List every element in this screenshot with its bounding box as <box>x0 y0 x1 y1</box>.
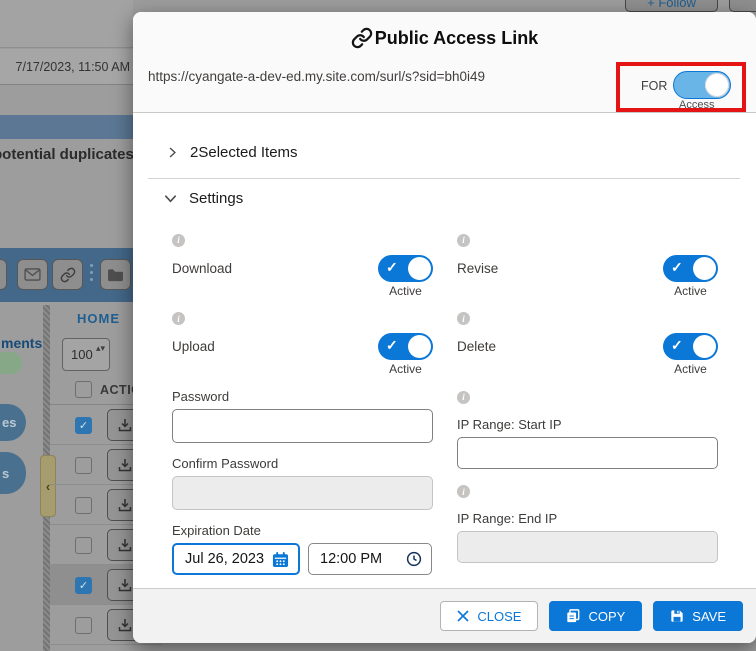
chevron-right-icon <box>166 146 179 159</box>
row-checkbox[interactable] <box>75 537 92 554</box>
timestamp-text: 7/17/2023, 11:50 AM <box>16 60 130 74</box>
info-icon[interactable]: i <box>172 234 185 247</box>
ip-end-input <box>457 531 718 563</box>
info-icon[interactable]: i <box>457 312 470 325</box>
save-button[interactable]: SAVE <box>653 601 743 631</box>
folder-button[interactable] <box>100 259 131 290</box>
upload-toggle[interactable]: ✓ <box>378 333 433 360</box>
record-timestamp: 7/17/2023, 11:50 AM <box>0 49 133 85</box>
settings-section-toggle[interactable]: Settings <box>163 190 243 207</box>
chevron-down-icon <box>163 191 178 206</box>
for-access-toggle[interactable] <box>673 71 731 99</box>
download-icon <box>117 417 133 433</box>
delete-permission: i Delete ✓ Active <box>457 309 718 377</box>
info-icon[interactable]: i <box>457 485 470 498</box>
close-button[interactable]: CLOSE <box>440 601 538 631</box>
download-icon <box>117 617 133 633</box>
expiration-date-input[interactable]: Jul 26, 2023 <box>172 543 300 575</box>
expiration-date-field: Expiration Date Jul 26, 2023 12:00 PM <box>172 523 433 575</box>
row-checkbox[interactable]: ✓ <box>75 577 92 594</box>
duplicates-warning-text: potential duplicates <box>0 146 134 163</box>
confirm-password-input <box>172 476 433 510</box>
selected-items-section-toggle[interactable]: 2Selected Items <box>166 144 298 161</box>
row-checkbox[interactable]: ✓ <box>75 417 92 434</box>
download-icon <box>117 577 133 593</box>
revise-permission: i Revise ✓ Active <box>457 230 718 298</box>
link-icon <box>351 27 373 49</box>
check-icon: ✓ <box>671 259 683 276</box>
info-icon[interactable]: i <box>172 312 185 325</box>
password-input[interactable] <box>172 409 433 443</box>
password-field: Password <box>172 389 433 443</box>
clock-icon[interactable] <box>406 551 422 567</box>
check-icon: ✓ <box>386 337 398 354</box>
for-toggle-sublabel: Access <box>679 99 714 111</box>
side-pill-button-2[interactable]: s <box>0 452 26 494</box>
mail-icon <box>24 268 41 281</box>
modal-header: Public Access Link https://cyangate-a-de… <box>133 12 756 113</box>
ip-range-end-field: i IP Range: End IP <box>457 482 718 564</box>
modal-footer: CLOSE COPY SAVE <box>133 588 756 643</box>
download-icon <box>117 497 133 513</box>
copy-icon <box>566 609 580 623</box>
link-icon <box>60 267 76 283</box>
public-link-button[interactable] <box>52 259 83 290</box>
save-icon <box>670 609 684 623</box>
toolbar-divider-dots <box>90 264 93 281</box>
delete-toggle[interactable]: ✓ <box>663 333 718 360</box>
upload-permission: i Upload ✓ Active <box>172 309 433 377</box>
partial-toolbar-button[interactable] <box>729 0 756 12</box>
ip-range-start-field: i IP Range: Start IP <box>457 387 718 469</box>
stepper-arrows-icon[interactable]: ▴▾ <box>96 343 105 354</box>
copy-button[interactable]: COPY <box>549 601 642 631</box>
download-toggle[interactable]: ✓ <box>378 255 433 282</box>
info-icon[interactable]: i <box>457 234 470 247</box>
info-icon[interactable]: i <box>457 391 470 404</box>
status-pill-green <box>0 352 22 374</box>
share-button[interactable] <box>0 259 7 290</box>
page-size-stepper[interactable]: 100 ▴▾ <box>62 338 110 371</box>
calendar-icon[interactable] <box>272 551 289 568</box>
x-icon <box>457 610 469 622</box>
section-divider <box>148 178 740 179</box>
for-toggle-label: FOR <box>641 79 667 93</box>
download-icon <box>117 537 133 553</box>
row-checkbox[interactable] <box>75 617 92 634</box>
public-access-link-modal: Public Access Link https://cyangate-a-de… <box>133 12 756 643</box>
select-all-checkbox[interactable] <box>75 381 92 398</box>
side-pill-button[interactable]: es <box>0 404 26 441</box>
background-header-strip <box>0 0 133 48</box>
row-checkbox[interactable] <box>75 457 92 474</box>
row-checkbox[interactable] <box>75 497 92 514</box>
check-icon: ✓ <box>671 337 683 354</box>
revise-toggle[interactable]: ✓ <box>663 255 718 282</box>
public-access-url: https://cyangate-a-dev-ed.my.site.com/su… <box>148 69 485 84</box>
document-toolbar <box>0 248 133 302</box>
record-header-band <box>0 115 133 139</box>
modal-title: Public Access Link <box>133 27 756 49</box>
download-icon <box>117 457 133 473</box>
follow-button[interactable]: + Follow <box>625 0 718 12</box>
email-button[interactable] <box>17 259 48 290</box>
tab-home[interactable]: HOME <box>77 311 120 326</box>
download-permission: i Download ✓ Active <box>172 230 433 298</box>
annotation-highlight-box: FOR Access <box>616 62 746 112</box>
documents-panel-label: ments <box>1 335 42 351</box>
check-icon: ✓ <box>386 259 398 276</box>
confirm-password-field: Confirm Password <box>172 456 433 510</box>
ip-start-input[interactable] <box>457 437 718 469</box>
folder-icon <box>107 268 124 282</box>
expiration-time-input[interactable]: 12:00 PM <box>308 543 432 575</box>
